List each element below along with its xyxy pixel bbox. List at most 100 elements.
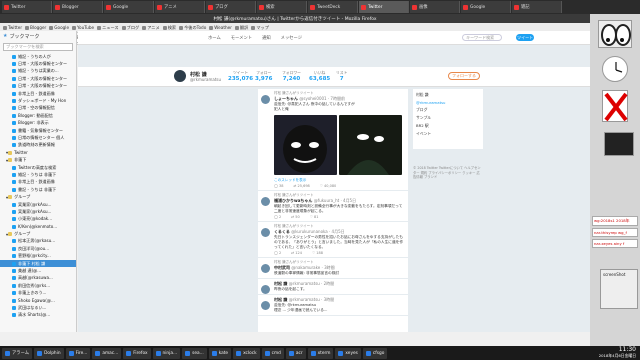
taskbar-item[interactable]: Firefox <box>123 347 151 359</box>
profile-stat[interactable]: リスト 7 <box>336 70 347 82</box>
bookmark-toolbar-item[interactable]: ニュース <box>97 25 119 31</box>
bookmark-item[interactable]: 非常上目 - 鉄道画像 <box>0 90 76 97</box>
bookmark-search-input[interactable]: ブックマークを検索 <box>3 43 73 51</box>
bookmark-folder[interactable]: ▾ 非蓮下 <box>0 156 76 163</box>
tweet[interactable]: 村松 謙さんがリツイート 福浦ひかりwaちゃん @fukuura_ht · 4月5… <box>258 191 408 222</box>
bookmark-folder[interactable]: ▾ グループ <box>0 230 76 237</box>
bookmark-item[interactable]: 鉄道時刻の更新情報 <box>0 142 76 149</box>
bookmark-item[interactable]: Shoko Egawa(@... <box>0 297 76 304</box>
avatar[interactable] <box>261 197 270 206</box>
taskbar-item[interactable]: cfsgo <box>362 347 388 359</box>
taskbar-item[interactable]: kate <box>208 347 232 359</box>
bookmark-item[interactable]: 美越 達(@... <box>0 267 76 274</box>
browser-tab[interactable]: Twitter <box>2 1 52 13</box>
bookmark-item[interactable]: 日常 - 空の情報配信 <box>0 105 76 112</box>
retweet-icon[interactable]: ⇄ 124 <box>291 251 302 255</box>
bookmark-item[interactable]: 実業家(@rkAsu... <box>0 201 76 208</box>
bookmark-item[interactable]: 雑記 - うちは 非蓮下 <box>0 171 76 178</box>
tweet[interactable]: 村松 謙さんがリツイート 中村武司 @nakamurake · 3時間 鉄道駅の車掌… <box>258 258 408 279</box>
desktop-note[interactable]: nar-xeyes ainy f <box>592 239 638 248</box>
bookmark-toolbar-item[interactable]: Twitter <box>3 25 22 30</box>
profile-stat[interactable]: フォロワー 7,240 <box>282 70 301 82</box>
bookmark-toolbar-item[interactable]: 今後のTodo <box>179 25 206 31</box>
nav-home[interactable]: ホーム <box>208 35 221 41</box>
bookmark-item[interactable]: 前田信秀(@rks... <box>0 282 76 289</box>
bookmark-item[interactable]: Blogger: 動画配信 <box>0 112 76 119</box>
tweet[interactable]: 村松 謙さんがリツイート くるくる @kurukurunanoka · 4月5日先… <box>258 222 408 258</box>
bookmark-toolbar-item[interactable]: ブログ <box>121 25 139 31</box>
bookmark-item[interactable]: 清水 Sharts(@... <box>0 312 76 319</box>
browser-tab[interactable]: ブログ <box>206 1 256 13</box>
taskbar-item[interactable]: ninja... <box>152 347 181 359</box>
nav-notifications[interactable]: 通知 <box>262 35 271 41</box>
bookmark-folder[interactable]: ▾ グループ <box>0 193 76 200</box>
bookmark-item[interactable]: 実業家(@rkAsu... <box>0 208 76 215</box>
browser-tab[interactable]: アニメ <box>155 1 205 13</box>
dark-terminal-window[interactable] <box>604 132 634 156</box>
browser-tab[interactable]: 雑記 <box>512 1 562 13</box>
bookmark-item[interactable]: 非常上目 - 鉄道画像 <box>0 179 76 186</box>
screenshot-window[interactable]: screenShot <box>600 269 638 309</box>
bookmark-toolbar-item[interactable]: Weather <box>209 25 232 30</box>
retweet-icon[interactable]: ⇄ 25,698 <box>293 184 309 188</box>
profile-stat[interactable]: いいね 63,685 <box>309 70 330 82</box>
bookmark-item[interactable]: 非蓮下 村松 謙 <box>0 259 76 268</box>
like-icon[interactable]: ♡ 81 <box>310 215 319 219</box>
bookmark-item[interactable]: 雑記 - うちは実業の... <box>0 68 76 75</box>
taskbar-item[interactable]: xeyes <box>335 347 361 359</box>
bookmark-item[interactable]: 高越(@rkasuwa... <box>0 275 76 282</box>
twitter-search-input[interactable]: キーワード検索 <box>462 34 503 41</box>
bookmark-item[interactable]: 日常 - 大阪の情報センター <box>0 60 76 67</box>
browser-tab[interactable]: Twitter <box>359 1 409 13</box>
browser-tab[interactable]: 検索 <box>257 1 307 13</box>
tweet-button[interactable]: ツイート <box>516 34 535 41</box>
bookmark-item[interactable]: 雑記 - うちの人が <box>0 53 76 60</box>
bookmark-item[interactable]: ダッシュボード - My Hon <box>0 97 76 104</box>
taskbar-item[interactable]: amac... <box>92 347 122 359</box>
like-icon[interactable]: ♡ 188 <box>312 251 323 255</box>
browser-tab[interactable]: 画像 <box>410 1 460 13</box>
taskbar-item[interactable]: Fire... <box>65 347 91 359</box>
tweet[interactable]: 村松 謙 @rkmuramatsu · 3時間 返信先: @rkmuramatsu… <box>258 295 408 316</box>
side-info-line[interactable]: @rkmuramatsu <box>416 100 480 105</box>
avatar[interactable] <box>174 70 186 82</box>
xclock-window[interactable] <box>602 56 628 82</box>
avatar[interactable] <box>261 285 270 294</box>
like-icon[interactable]: ♡ 40,080 <box>320 184 337 188</box>
taskbar-item[interactable]: cmd <box>261 347 284 359</box>
reply-icon[interactable]: ◯ 2 <box>274 215 281 219</box>
media-image[interactable] <box>339 115 402 175</box>
bookmark-item[interactable]: 武田はなるい... <box>0 304 76 311</box>
bookmark-item[interactable]: 良田洋司(@ou... <box>0 245 76 252</box>
bookmark-toolbar-item[interactable]: Google <box>49 25 69 30</box>
browser-tab[interactable]: Blogger <box>53 1 103 13</box>
avatar[interactable] <box>261 264 270 273</box>
reply-icon[interactable]: ◯ 38 <box>274 184 283 188</box>
bookmark-item[interactable]: Blogger: 非表示 <box>0 120 76 127</box>
bookmark-item[interactable]: 日常 - 大阪の情報センター <box>0 83 76 90</box>
retweet-icon[interactable]: ⇄ 50 <box>291 215 300 219</box>
bookmark-item[interactable]: 日常 - 大阪の情報センター <box>0 75 76 82</box>
taskbar-item[interactable]: acr <box>285 347 306 359</box>
bookmark-toolbar-item[interactable]: アニメ <box>142 25 160 31</box>
nav-messages[interactable]: メッセージ <box>281 35 302 41</box>
bookmark-folder[interactable]: ▾ Twitter <box>0 149 76 156</box>
bookmark-item[interactable]: 非蓮上きのう... <box>0 290 76 297</box>
nav-moments[interactable]: モーメント <box>231 35 252 41</box>
profile-stat[interactable]: ツイート 235,076 <box>228 70 253 82</box>
bookmark-item[interactable]: 書記 - うちは 非蓮下 <box>0 186 76 193</box>
taskbar-item[interactable]: xterm <box>307 347 334 359</box>
taskbar-clock[interactable]: 11:30 2018年4月6日金曜日 <box>599 346 636 360</box>
taskbar-item[interactable]: sea... <box>182 347 207 359</box>
tweet-media[interactable] <box>274 115 405 175</box>
bookmark-item[interactable]: 松本正男(@rkasu... <box>0 238 76 245</box>
desktop-note[interactable]: wg:2018s1 2018年 <box>592 216 638 226</box>
bookmark-item[interactable]: K/Ken(@kenmoto... <box>0 223 76 230</box>
bookmark-toolbar-item[interactable]: YouTube <box>72 25 94 30</box>
thread-link[interactable]: このスレッドを表示 <box>274 178 405 183</box>
xeyes-window[interactable] <box>598 20 632 48</box>
follow-button[interactable]: フォローする <box>448 72 480 80</box>
bookmark-item[interactable]: 日常の情報センター 個人 <box>0 134 76 141</box>
avatar[interactable] <box>261 301 270 310</box>
browser-tab[interactable]: Google <box>461 1 511 13</box>
